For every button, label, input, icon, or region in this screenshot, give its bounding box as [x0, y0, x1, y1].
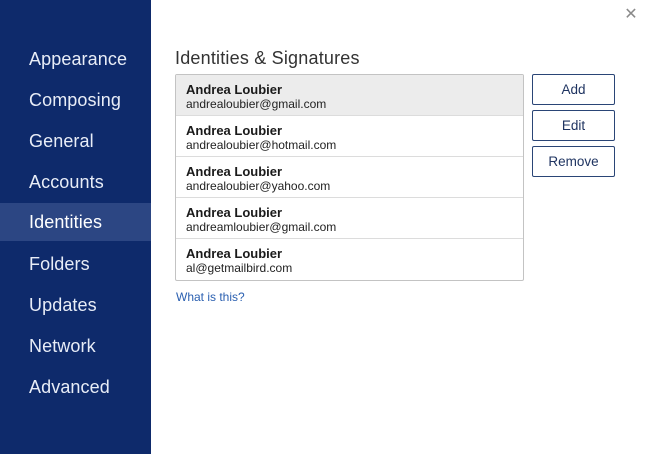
what-is-this-link[interactable]: What is this? — [176, 290, 245, 304]
close-icon[interactable]: ✕ — [622, 6, 640, 24]
list-item[interactable]: Andrea Loubier andrealoubier@yahoo.com — [176, 157, 523, 198]
identity-name: Andrea Loubier — [186, 82, 283, 97]
identity-email: al@getmailbird.com — [186, 261, 293, 275]
identity-name: Andrea Loubier — [186, 205, 283, 220]
remove-button[interactable]: Remove — [532, 146, 615, 177]
identity-email: andreamloubier@gmail.com — [186, 220, 337, 234]
identity-name: Andrea Loubier — [186, 164, 283, 179]
add-button[interactable]: Add — [532, 74, 615, 105]
sidebar-item-folders[interactable]: Folders — [0, 245, 151, 283]
edit-button[interactable]: Edit — [532, 110, 615, 141]
identities-list[interactable]: Andrea Loubier andrealoubier@gmail.com A… — [175, 74, 524, 281]
page-title: Identities & Signatures — [175, 48, 360, 68]
sidebar-item-advanced[interactable]: Advanced — [0, 368, 151, 406]
identity-name: Andrea Loubier — [186, 246, 283, 261]
identity-name: Andrea Loubier — [186, 123, 283, 138]
sidebar-item-appearance[interactable]: Appearance — [0, 40, 151, 78]
sidebar-item-general[interactable]: General — [0, 122, 151, 160]
list-item[interactable]: Andrea Loubier andreamloubier@gmail.com — [176, 198, 523, 239]
identity-email: andrealoubier@yahoo.com — [186, 179, 331, 193]
sidebar-item-composing[interactable]: Composing — [0, 81, 151, 119]
list-item[interactable]: Andrea Loubier andrealoubier@hotmail.com — [176, 116, 523, 157]
sidebar-item-network[interactable]: Network — [0, 327, 151, 365]
sidebar-item-identities[interactable]: Identities — [0, 203, 151, 241]
list-item[interactable]: Andrea Loubier andrealoubier@gmail.com — [176, 75, 523, 116]
sidebar-item-accounts[interactable]: Accounts — [0, 163, 151, 201]
identity-email: andrealoubier@gmail.com — [186, 97, 327, 111]
settings-sidebar: Appearance Composing General Accounts Id… — [0, 0, 151, 454]
sidebar-item-updates[interactable]: Updates — [0, 286, 151, 324]
list-item[interactable]: Andrea Loubier al@getmailbird.com — [176, 239, 523, 280]
identity-email: andrealoubier@hotmail.com — [186, 138, 337, 152]
